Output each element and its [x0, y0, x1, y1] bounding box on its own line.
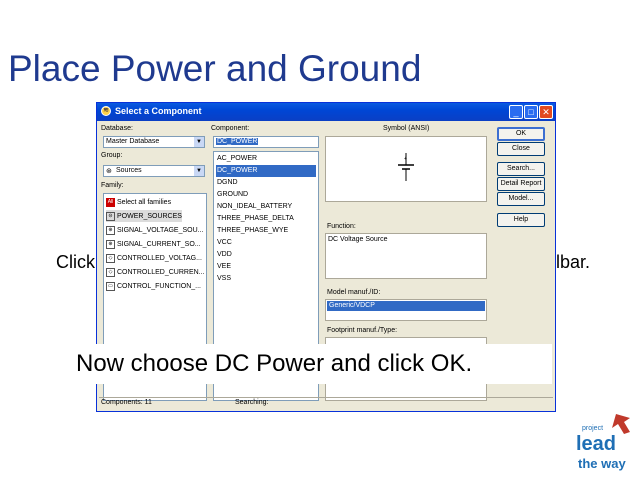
list-item[interactable]: VSS — [216, 273, 316, 285]
dialog-titlebar[interactable]: ≋ Select a Component _ □ ✕ — [97, 103, 555, 121]
signal-voltage-icon: ⊕ — [106, 225, 115, 235]
minimize-button[interactable]: _ — [509, 105, 523, 119]
component-input-value: DC_POWER — [216, 138, 259, 145]
list-item[interactable]: All Select all families — [106, 196, 171, 208]
component-input[interactable]: DC_POWER — [213, 136, 319, 148]
status-searching: Searching: — [235, 399, 269, 406]
instruction-text-right: lbar. — [556, 252, 591, 272]
svg-text:+: + — [404, 156, 407, 162]
power-source-icon: ⊝ — [106, 211, 115, 221]
list-item[interactable]: ⊕ SIGNAL_VOLTAGE_SOU... — [106, 224, 204, 236]
model-list[interactable]: Generic/VDCP — [325, 299, 487, 321]
list-item[interactable]: ⊕ SIGNAL_CURRENT_SO... — [106, 238, 201, 250]
database-select[interactable]: Master Database ▼ — [103, 136, 205, 148]
database-value: Master Database — [106, 138, 160, 145]
caption-overlay: Now choose DC Power and click OK. — [66, 344, 552, 384]
controlled-voltage-icon: ◇ — [106, 253, 115, 263]
model-button[interactable]: Model... — [497, 192, 545, 206]
logo-line1: project — [582, 425, 603, 432]
list-item[interactable]: NON_IDEAL_BATTERY — [216, 201, 316, 213]
status-components: Components: 11 — [101, 399, 152, 406]
list-item[interactable]: ▭ CONTROL_FUNCTION_... — [106, 280, 201, 292]
signal-current-icon: ⊕ — [106, 239, 115, 249]
chevron-down-icon[interactable]: ▼ — [194, 137, 204, 147]
list-item[interactable]: DC_POWER — [216, 165, 316, 177]
chevron-down-icon[interactable]: ▼ — [194, 166, 204, 176]
dc-source-symbol-icon: + — [398, 153, 414, 181]
logo-arrow-icon: project lead the way — [576, 414, 630, 471]
logo-line2: lead — [576, 433, 616, 455]
symbol-label: Symbol (ANSI) — [383, 125, 430, 132]
list-item[interactable]: Generic/VDCP — [327, 301, 485, 311]
instruction-text-left: Click — [56, 252, 95, 272]
model-label: Model manuf./ID: — [327, 289, 381, 296]
logo-line3: the way — [578, 456, 626, 471]
group-select[interactable]: Sources ⊛ ▼ — [103, 165, 205, 177]
source-group-icon: ⊛ — [106, 168, 112, 175]
database-label: Database: — [101, 125, 133, 132]
ok-button[interactable]: OK — [497, 127, 545, 141]
list-item[interactable]: ◇ CONTROLLED_VOLTAG... — [106, 252, 202, 264]
list-item[interactable]: THREE_PHASE_WYE — [216, 225, 316, 237]
close-button[interactable]: Close — [497, 142, 545, 156]
list-item[interactable]: GROUND — [216, 189, 316, 201]
function-label: Function: — [327, 223, 356, 230]
controlled-current-icon: ◇ — [106, 267, 115, 277]
close-window-button[interactable]: ✕ — [539, 105, 553, 119]
app-icon: ≋ — [101, 106, 111, 116]
group-value: Sources — [116, 167, 142, 174]
list-item[interactable]: ⊝ POWER_SOURCES — [106, 210, 182, 222]
list-item[interactable]: VDD — [216, 249, 316, 261]
search-button[interactable]: Search... — [497, 162, 545, 176]
slide-title: Place Power and Ground — [8, 48, 422, 89]
family-label: Family: — [101, 182, 124, 189]
maximize-button[interactable]: □ — [524, 105, 538, 119]
footprint-label: Footprint manuf./Type: — [327, 327, 398, 334]
symbol-preview: + — [325, 136, 487, 202]
project-lead-the-way-logo: project lead the way — [572, 412, 634, 476]
detail-report-button[interactable]: Detail Report — [497, 177, 545, 191]
component-label: Component: — [211, 125, 250, 132]
help-button[interactable]: Help — [497, 213, 545, 227]
list-item[interactable]: DGND — [216, 177, 316, 189]
list-item[interactable]: ◇ CONTROLLED_CURREN... — [106, 266, 205, 278]
function-value: DC Voltage Source — [328, 236, 388, 243]
control-function-icon: ▭ — [106, 281, 115, 291]
list-item[interactable]: VEE — [216, 261, 316, 273]
group-label: Group: — [101, 152, 123, 159]
status-bar: Components: 11 Searching: — [99, 397, 553, 409]
list-item[interactable]: VCC — [216, 237, 316, 249]
all-families-icon: All — [106, 197, 115, 207]
dialog-title: Select a Component — [115, 106, 202, 116]
list-item[interactable]: THREE_PHASE_DELTA — [216, 213, 316, 225]
function-box: DC Voltage Source — [325, 233, 487, 279]
list-item[interactable]: AC_POWER — [216, 153, 316, 165]
